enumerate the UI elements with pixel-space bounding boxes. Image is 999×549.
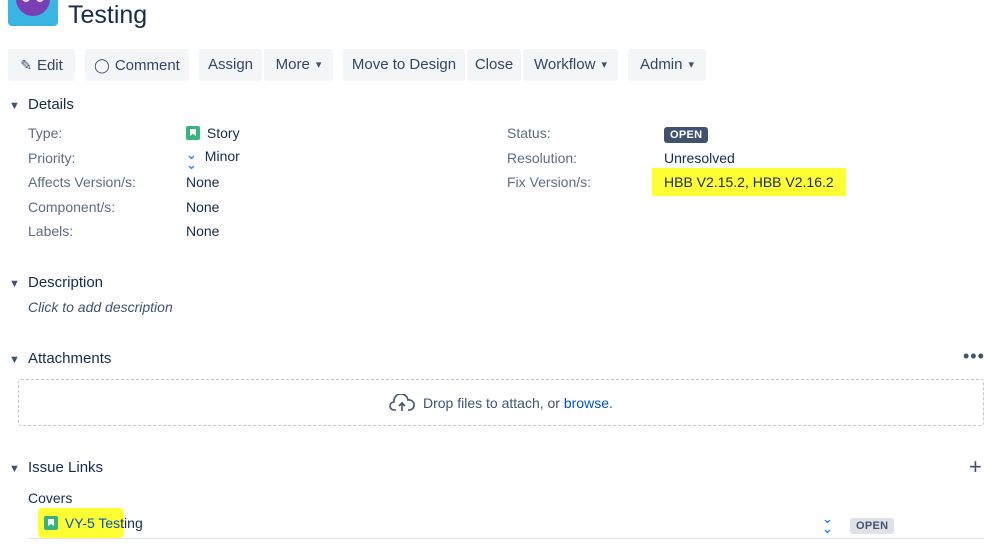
issue-links-toggle[interactable]: ▼ bbox=[9, 459, 20, 477]
issue-title[interactable]: Testing bbox=[68, 0, 147, 30]
comment-button[interactable]: ◯ Comment bbox=[85, 49, 189, 81]
admin-button[interactable]: Admin ▾ bbox=[628, 49, 706, 81]
upload-cloud-icon bbox=[389, 393, 415, 411]
labels-value[interactable]: None bbox=[186, 223, 219, 239]
chevron-down-icon: ▼ bbox=[9, 463, 20, 475]
type-value[interactable]: Story bbox=[186, 125, 240, 141]
details-heading[interactable]: Details bbox=[28, 96, 74, 113]
edit-button[interactable]: ✎ Edit bbox=[8, 49, 75, 81]
workflow-button[interactable]: Workflow ▾ bbox=[523, 49, 618, 81]
linked-issue[interactable]: VY-5 Testing bbox=[44, 515, 143, 531]
close-button[interactable]: Close bbox=[467, 49, 521, 81]
drop-text: Drop files to attach, or bbox=[423, 395, 560, 411]
chevron-down-icon: ▾ bbox=[688, 59, 695, 71]
description-toggle[interactable]: ▼ bbox=[9, 274, 20, 292]
assign-button[interactable]: Assign bbox=[199, 49, 262, 81]
browse-link[interactable]: browse. bbox=[564, 395, 613, 411]
affects-version-value[interactable]: None bbox=[186, 174, 219, 190]
description-placeholder[interactable]: Click to add description bbox=[28, 299, 173, 315]
chevron-down-icon: ▾ bbox=[315, 59, 322, 71]
pencil-icon: ✎ bbox=[20, 57, 32, 73]
issue-links-heading[interactable]: Issue Links bbox=[28, 459, 103, 476]
component-label: Component/s: bbox=[28, 199, 116, 215]
status-label: Status: bbox=[507, 125, 551, 141]
priority-minor-icon: ⌄ ⌄ bbox=[822, 511, 833, 536]
resolution-value: Unresolved bbox=[664, 150, 735, 166]
attachments-toggle[interactable]: ▼ bbox=[9, 350, 20, 368]
story-icon bbox=[44, 516, 58, 530]
fix-version-label: Fix Version/s: bbox=[507, 174, 592, 190]
priority-minor-icon: ⌄ ⌄ bbox=[186, 147, 197, 172]
linked-issue-key[interactable]: VY-5 Tes bbox=[65, 515, 120, 531]
divider bbox=[28, 538, 984, 539]
link-group-covers: Covers bbox=[28, 490, 73, 506]
resolution-label: Resolution: bbox=[507, 150, 578, 166]
type-label: Type: bbox=[28, 125, 63, 141]
project-avatar bbox=[8, 0, 58, 26]
more-options-icon[interactable]: ••• bbox=[963, 346, 985, 367]
details-toggle[interactable]: ▼ bbox=[9, 96, 20, 114]
component-value[interactable]: None bbox=[186, 199, 219, 215]
chevron-down-icon: ▾ bbox=[601, 59, 607, 71]
add-link-icon[interactable]: + bbox=[969, 456, 982, 478]
chevron-down-icon: ▼ bbox=[9, 100, 20, 112]
linked-status-badge[interactable]: OPEN bbox=[850, 516, 895, 534]
fix-version-value[interactable]: HBB V2.15.2, HBB V2.16.2 bbox=[652, 168, 846, 196]
more-button[interactable]: More ▾ bbox=[264, 49, 333, 81]
labels-label: Labels: bbox=[28, 223, 74, 239]
priority-value[interactable]: ⌄ ⌄ Minor bbox=[186, 147, 240, 172]
status-badge[interactable]: OPEN bbox=[664, 125, 709, 143]
chevron-down-icon: ▼ bbox=[9, 354, 20, 366]
chevron-down-icon: ▼ bbox=[9, 278, 20, 290]
affects-version-label: Affects Version/s: bbox=[28, 174, 136, 190]
linked-issue-summary[interactable]: ting bbox=[120, 515, 143, 531]
priority-label: Priority: bbox=[28, 150, 76, 166]
attachments-heading[interactable]: Attachments bbox=[28, 350, 111, 367]
description-heading[interactable]: Description bbox=[28, 274, 103, 291]
story-icon bbox=[186, 126, 200, 140]
attachment-dropzone[interactable]: Drop files to attach, or browse. bbox=[18, 379, 984, 426]
comment-icon: ◯ bbox=[94, 57, 110, 73]
move-to-design-button[interactable]: Move to Design bbox=[343, 49, 465, 81]
